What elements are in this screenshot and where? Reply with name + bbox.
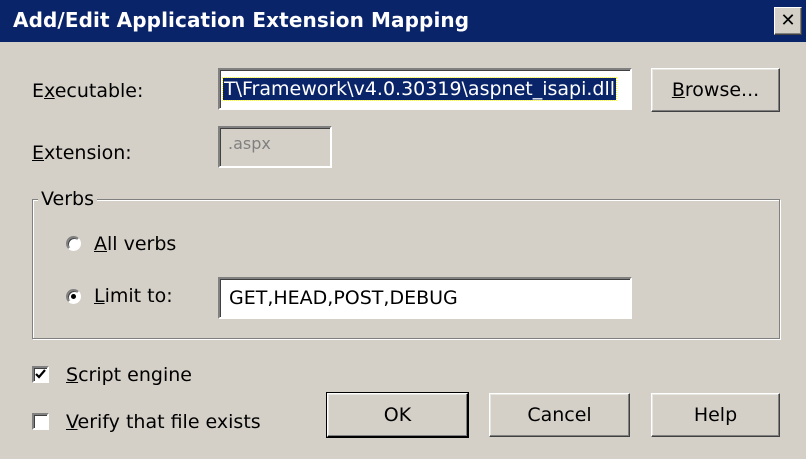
verify-file-checkbox[interactable] bbox=[32, 413, 49, 430]
browse-button[interactable]: Browse... bbox=[651, 68, 780, 112]
executable-input[interactable]: T\Framework\v4.0.30319\aspnet_isapi.dll bbox=[218, 68, 632, 110]
verbs-group-title: Verbs bbox=[38, 188, 97, 210]
script-engine-checkbox[interactable] bbox=[32, 366, 49, 383]
limit-to-value: GET,HEAD,POST,DEBUG bbox=[229, 287, 458, 309]
ok-button[interactable]: OK bbox=[326, 392, 469, 438]
verify-file-label: Verify that file exists bbox=[66, 411, 261, 433]
extension-value: .aspx bbox=[228, 134, 271, 153]
limit-to-input[interactable]: GET,HEAD,POST,DEBUG bbox=[218, 277, 632, 319]
title-bar: Add/Edit Application Extension Mapping ✕ bbox=[0, 0, 806, 42]
help-button[interactable]: Help bbox=[651, 393, 780, 437]
window-title: Add/Edit Application Extension Mapping bbox=[13, 8, 470, 32]
all-verbs-radio[interactable] bbox=[66, 236, 81, 251]
extension-label: Extension: bbox=[32, 142, 132, 164]
checkmark-icon bbox=[35, 369, 46, 379]
executable-label: Executable: bbox=[32, 80, 144, 102]
close-button[interactable]: ✕ bbox=[774, 7, 802, 35]
script-engine-label: Script engine bbox=[66, 364, 192, 386]
close-icon: ✕ bbox=[780, 10, 796, 31]
all-verbs-label: All verbs bbox=[94, 233, 177, 255]
cancel-button[interactable]: Cancel bbox=[489, 393, 630, 437]
limit-to-radio[interactable] bbox=[66, 289, 81, 304]
executable-value: T\Framework\v4.0.30319\aspnet_isapi.dll bbox=[221, 77, 618, 101]
limit-to-label: Limit to: bbox=[94, 285, 173, 307]
extension-input[interactable]: .aspx bbox=[218, 126, 332, 168]
